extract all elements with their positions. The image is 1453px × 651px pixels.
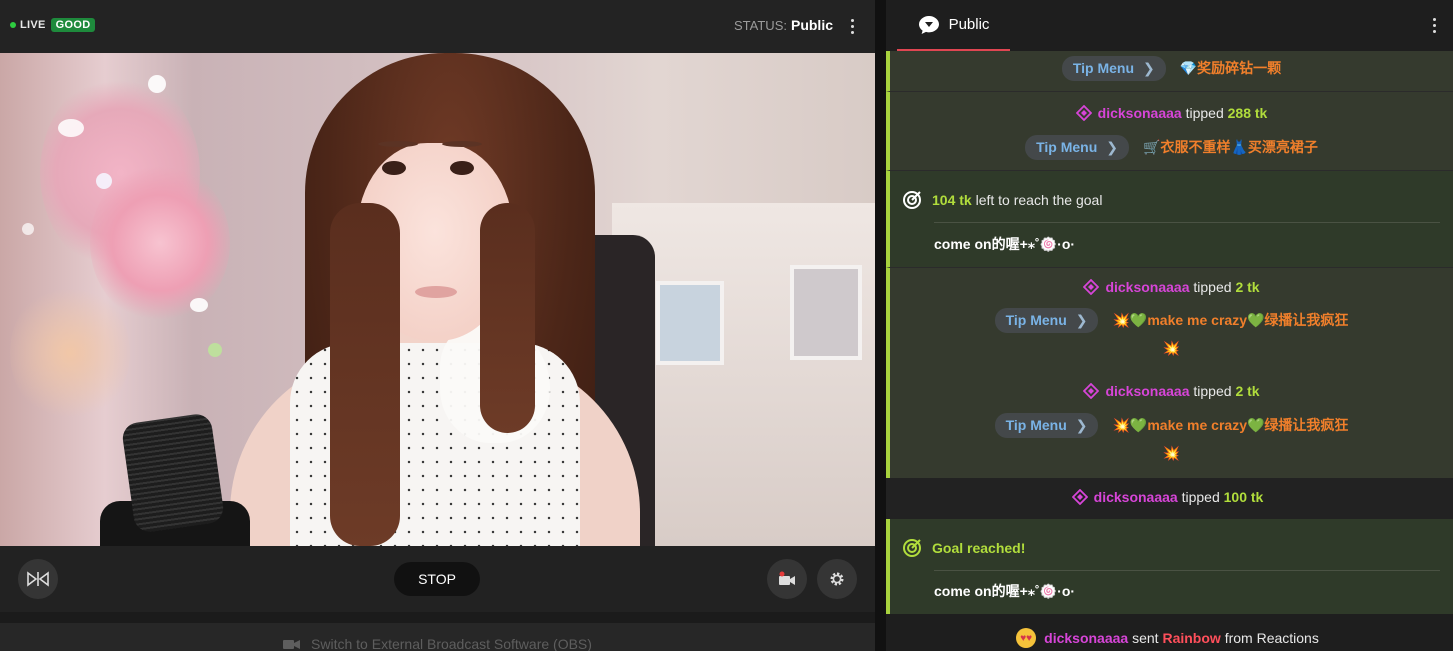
- tip-menu-item-text: make me crazy: [1147, 312, 1247, 328]
- photo-frame: [790, 265, 862, 360]
- connection-quality-badge: GOOD: [50, 18, 96, 32]
- goal-reached-label: Goal reached!: [932, 540, 1026, 556]
- broadcast-status: STATUS: Public: [734, 17, 833, 33]
- switch-to-obs-button[interactable]: Switch to External Broadcast Software (O…: [0, 623, 875, 651]
- chat-bubble-icon: [918, 15, 939, 34]
- goal-target-icon: [903, 191, 921, 209]
- username[interactable]: dicksonaaaa: [1044, 630, 1128, 646]
- divider: [934, 570, 1440, 571]
- settings-button[interactable]: [817, 559, 857, 599]
- diamond-icon: [1083, 279, 1100, 295]
- video-camera-icon: [283, 639, 301, 649]
- username[interactable]: dicksonaaaa: [1098, 105, 1182, 121]
- status-value: Public: [790, 17, 833, 33]
- streamer-lips: [415, 286, 457, 298]
- video-preview: [0, 53, 875, 546]
- tab-public[interactable]: Public: [897, 0, 1010, 51]
- goal-remaining-amount: 104 tk: [932, 192, 972, 208]
- username[interactable]: dicksonaaaa: [1105, 383, 1189, 399]
- broadcast-more-menu-icon[interactable]: [843, 16, 861, 36]
- chat-message: dicksonaaaa tipped 2 tk Tip Menu ❯ 💥💚 make…: [886, 267, 1453, 372]
- diamond-icon: [1075, 105, 1092, 121]
- username[interactable]: dicksonaaaa: [1105, 279, 1189, 295]
- chat-more-menu-icon[interactable]: [1425, 15, 1443, 35]
- chat-message: dicksonaaaa tipped 288 tk Tip Menu ❯ 🛒衣服不…: [886, 91, 1453, 170]
- goal-target-icon: [903, 539, 921, 557]
- goal-subtitle: come on的喔+⁎˚🍥·o·: [934, 583, 1076, 599]
- tip-menu-button[interactable]: Tip Menu ❯: [994, 412, 1099, 438]
- broadcast-topbar: LIVE GOOD STATUS: Public: [0, 0, 875, 53]
- tip-menu-item-text: 🛒衣服不重样👗买漂亮裙子: [1143, 139, 1318, 155]
- goal-subtitle: come on的喔+⁎˚🍥·o·: [934, 236, 1076, 252]
- obs-label: Switch to External Broadcast Software (O…: [311, 636, 592, 651]
- photo-frame: [656, 281, 724, 365]
- live-dot-icon: [10, 22, 16, 28]
- chat-message: dicksonaaaa tipped 100 tk: [886, 478, 1453, 519]
- live-indicator: LIVE GOOD: [10, 18, 96, 32]
- diamond-icon: [1083, 383, 1100, 399]
- live-label: LIVE: [20, 19, 46, 31]
- divider: [934, 222, 1440, 223]
- status-label: STATUS:: [734, 18, 787, 33]
- tip-menu-item-text: make me crazy: [1147, 417, 1247, 433]
- heart-eyes-emoji-icon: ♥♥: [1016, 628, 1037, 648]
- goal-progress-message: 104 tk left to reach the goal come on的喔+…: [886, 170, 1453, 267]
- tip-amount: 100 tk: [1223, 489, 1264, 505]
- microphone: [120, 412, 226, 534]
- tip-menu-button[interactable]: Tip Menu ❯: [1061, 55, 1166, 81]
- camera-record-icon: [779, 571, 795, 585]
- tip-menu-button[interactable]: Tip Menu ❯: [1025, 134, 1130, 160]
- gear-icon: [830, 572, 844, 586]
- chat-panel: Public Tip Menu ❯ 💎奖励碎钻一颗 dicksonaaaa tip…: [886, 0, 1453, 651]
- tab-public-label: Public: [948, 16, 990, 33]
- tip-menu-button[interactable]: Tip Menu ❯: [994, 307, 1099, 333]
- diamond-icon: [1071, 489, 1088, 505]
- chat-message: dicksonaaaa tipped 2 tk Tip Menu ❯ 💥💚 make…: [886, 372, 1453, 478]
- tip-amount: 2 tk: [1235, 383, 1260, 399]
- flip-video-button[interactable]: [18, 559, 58, 599]
- username[interactable]: dicksonaaaa: [1094, 489, 1178, 505]
- tip-menu-item-text: 💎奖励碎钻一颗: [1179, 60, 1282, 76]
- broadcast-controls: STOP: [0, 546, 875, 612]
- tip-amount: 2 tk: [1235, 279, 1260, 295]
- stop-broadcast-button[interactable]: STOP: [394, 562, 480, 596]
- flip-horizontal-icon: [27, 571, 49, 587]
- camera-button[interactable]: [767, 559, 807, 599]
- chat-header: Public: [886, 0, 1453, 51]
- tip-amount: 288 tk: [1227, 105, 1268, 121]
- broadcast-panel: LIVE GOOD STATUS: Public STOP Switch to …: [0, 0, 875, 651]
- reaction-name: Rainbow: [1162, 630, 1221, 646]
- goal-reached-message: Goal reached! come on的喔+⁎˚🍥·o·: [886, 519, 1453, 614]
- chat-feed: Tip Menu ❯ 💎奖励碎钻一颗 dicksonaaaa tipped 288…: [886, 51, 1453, 651]
- chat-message: ♥♥ dicksonaaaa sent Rainbow from Reactio…: [886, 614, 1453, 651]
